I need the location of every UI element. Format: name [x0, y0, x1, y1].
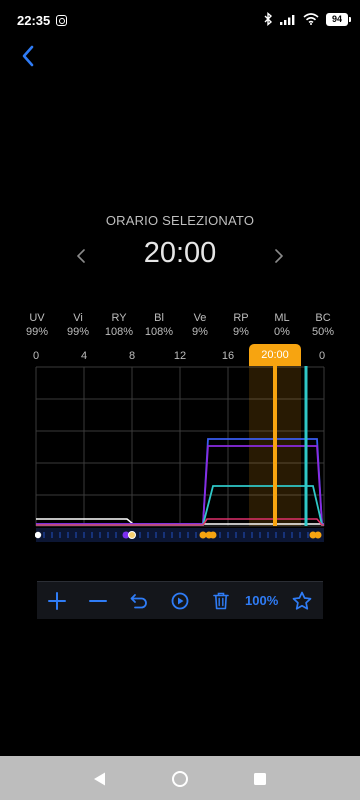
channel-value: 0% — [274, 326, 290, 338]
battery-icon: 94 — [326, 12, 351, 26]
next-time-button[interactable] — [270, 242, 288, 270]
wifi-icon — [303, 13, 319, 25]
minus-icon — [89, 599, 108, 602]
chevron-left-icon — [22, 45, 34, 67]
timeline-point[interactable] — [209, 531, 217, 539]
undo-icon — [130, 593, 147, 608]
timeline-point[interactable] — [35, 531, 42, 539]
delete-button[interactable] — [205, 585, 237, 617]
system-navigation-bar — [0, 756, 360, 800]
circle-home-icon — [172, 771, 188, 787]
zoom-level[interactable]: 100% — [245, 585, 278, 617]
channel-value: 99% — [25, 326, 49, 338]
add-point-button[interactable] — [41, 585, 73, 617]
signal-icon — [280, 15, 295, 25]
channel-name: ML — [274, 312, 290, 324]
hour-axis: 0 4 8 12 16 0 — [0, 350, 360, 364]
hour-label: 12 — [173, 350, 187, 362]
channel-ve[interactable]: Ve 9% — [180, 311, 220, 339]
channel-name: UV — [29, 312, 45, 324]
channel-ml[interactable]: ML 0% — [262, 311, 302, 339]
editor-toolbar: 100% — [37, 581, 323, 619]
triangle-back-icon — [94, 772, 105, 786]
status-bar: 22:35 94 — [0, 0, 360, 40]
selected-time-marker[interactable]: 20:00 — [249, 344, 301, 366]
nav-recents-button[interactable] — [249, 768, 271, 790]
channel-value: 108% — [104, 326, 134, 338]
channel-value: 9% — [192, 326, 208, 338]
channel-name: Bl — [154, 312, 164, 324]
square-recents-icon — [254, 773, 266, 785]
channel-name: Ve — [193, 312, 207, 324]
selected-time: 20:00 — [143, 237, 217, 269]
light-schedule-chart[interactable] — [35, 366, 325, 546]
star-icon — [293, 591, 312, 610]
hour-label: 16 — [221, 350, 235, 362]
time-selector: 20:00 — [0, 236, 360, 276]
bluetooth-icon — [264, 12, 273, 26]
channel-list: UV 99% Vi 99% RY 108% Bl 108% Ve 9% RP 9… — [0, 311, 360, 341]
plus-icon — [48, 591, 67, 610]
timeline-point[interactable] — [314, 531, 322, 539]
section-label: ORARIO SELEZIONATO — [105, 213, 255, 228]
hour-label: 8 — [128, 350, 136, 362]
favorite-button[interactable] — [286, 585, 318, 617]
timeline-point[interactable] — [199, 531, 207, 539]
channel-name: RY — [111, 312, 127, 324]
hour-label: 0 — [318, 350, 326, 362]
play-icon — [171, 592, 189, 609]
undo-button[interactable] — [123, 585, 155, 617]
channel-value: 99% — [66, 326, 90, 338]
hour-label: 0 — [32, 350, 40, 362]
channel-bc[interactable]: BC 50% — [303, 311, 343, 339]
channel-value: 9% — [233, 326, 249, 338]
channel-ry[interactable]: RY 108% — [99, 311, 139, 339]
status-time: 22:35 — [17, 13, 51, 28]
channel-name: BC — [315, 312, 331, 324]
channel-bl[interactable]: Bl 108% — [139, 311, 179, 339]
status-icons: 94 — [264, 12, 351, 26]
channel-name: Vi — [73, 312, 83, 324]
back-button[interactable] — [12, 40, 44, 72]
timeline-point[interactable] — [128, 531, 136, 539]
instagram-icon — [56, 15, 67, 26]
trash-icon — [212, 592, 229, 609]
channel-vi[interactable]: Vi 99% — [58, 311, 98, 339]
remove-point-button[interactable] — [82, 585, 114, 617]
channel-value: 50% — [311, 326, 335, 338]
channel-uv[interactable]: UV 99% — [17, 311, 57, 339]
hour-label: 4 — [80, 350, 88, 362]
nav-back-button[interactable] — [89, 768, 111, 790]
chevron-right-icon — [275, 249, 283, 263]
play-button[interactable] — [164, 585, 196, 617]
channel-rp[interactable]: RP 9% — [221, 311, 261, 339]
channel-name: RP — [233, 312, 249, 324]
nav-home-button[interactable] — [169, 768, 191, 790]
channel-value: 108% — [144, 326, 174, 338]
